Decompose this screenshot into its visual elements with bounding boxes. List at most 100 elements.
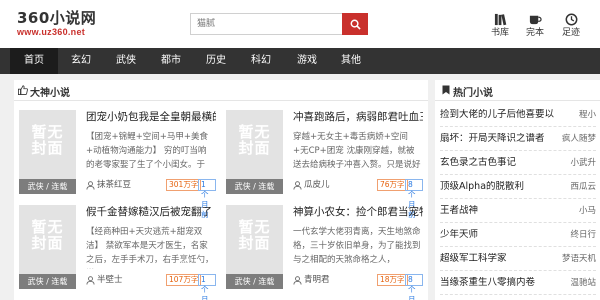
novel-title[interactable]: 扇坏：开局天降识之谱者	[440, 133, 556, 145]
list-item[interactable]: 少年天师 终日行	[440, 223, 596, 247]
book-description: 【团宠+锦鲤+空间+马甲+美食+动植物沟通能力】 穷的叮当响的老零家娶了生了个小…	[86, 132, 208, 170]
book-title[interactable]: 假千金替嫁糙汉后被宠翻了	[86, 206, 216, 219]
thumbs-up-icon	[18, 85, 28, 95]
book-card: 暂无 封面 武侠 / 连载 团宠小奶包我是全皇朝最横的 【团宠+锦鲤+空间+马甲…	[14, 106, 218, 219]
book-description: 一代玄学大佬羽青离，天生地煞命格，三十岁依旧单身，为了能找到与之相配的天煞命格之…	[293, 227, 421, 265]
section-header: 大神小说	[14, 80, 428, 101]
novel-author: 西瓜云	[570, 182, 596, 192]
word-count-badge: 107万字	[166, 274, 202, 286]
cover-placeholder: 暂无 封面	[226, 219, 283, 251]
nav-item-xuanhuan[interactable]: 玄幻	[58, 48, 104, 74]
bookshelf-label: 书库	[490, 28, 509, 38]
nav-item-home[interactable]: 首页	[10, 48, 58, 74]
search-input[interactable]	[191, 14, 342, 34]
novel-title[interactable]: 玄色录之古色事记	[440, 157, 556, 169]
nav-item-lishi[interactable]: 历史	[194, 48, 238, 74]
category-tag: 武侠 / 连载	[19, 274, 76, 289]
search-field[interactable]	[190, 13, 342, 35]
hot-novels-panel: 热门小说 捡到大佬的儿子后他喜要以 程小 扇坏：开局天降识之谱者 疯人随梦 玄色…	[435, 80, 600, 300]
novel-title[interactable]: 少年天师	[440, 229, 556, 241]
panel-title: 热门小说	[453, 88, 493, 99]
bookshelf-icon	[494, 13, 506, 26]
book-card: 暂无 封面 武侠 / 连载 神算小农女：捡个郎君当宠物 一代玄学大佬羽青离，天生…	[221, 201, 425, 300]
novel-author: 疯人随梦	[561, 134, 596, 144]
word-count-badge: 18万字	[377, 274, 408, 286]
nav-item-wuxia[interactable]: 武侠	[104, 48, 148, 74]
cover-text-line: 暂无	[31, 123, 64, 141]
book-meta: 抹茶红豆 301万字 1个月前	[86, 179, 216, 219]
book-title[interactable]: 神算小农女：捡个郎君当宠物	[293, 206, 423, 219]
list-item[interactable]: 扇坏：开局天降识之谱者 疯人随梦	[440, 127, 596, 151]
book-meta: 半壁士 107万字 1个月前	[86, 274, 216, 300]
novel-author: 温驰站	[570, 278, 596, 288]
search-icon	[350, 19, 361, 30]
update-time-badge: 8个月前	[405, 274, 423, 300]
book-author[interactable]: 抹茶红豆	[97, 179, 131, 191]
book-author[interactable]: 半壁士	[97, 274, 123, 286]
cover-text-line: 封面	[31, 139, 64, 157]
nav-item-kehuan[interactable]: 科幻	[238, 48, 284, 74]
update-time-badge: 1个月前	[198, 274, 216, 300]
list-item[interactable]: 王者战神 小马	[440, 199, 596, 223]
cover-placeholder: 暂无 封面	[19, 219, 76, 251]
user-icon	[293, 276, 302, 285]
bookshelf-link[interactable]: 书库	[485, 13, 515, 38]
cover-placeholder: 暂无 封面	[19, 124, 76, 156]
book-author[interactable]: 青明君	[304, 274, 330, 286]
book-author[interactable]: 瓜皮儿	[304, 179, 330, 191]
book-cover[interactable]: 暂无 封面 武侠 / 连载	[226, 205, 283, 289]
cover-text-line: 暂无	[238, 123, 271, 141]
cup-icon	[529, 15, 542, 25]
book-title[interactable]: 冲喜跑路后，病弱郎君吐血三	[293, 111, 423, 124]
site-logo[interactable]: 360小说网 www.uz360.net	[17, 10, 96, 38]
book-cover[interactable]: 暂无 封面 武侠 / 连载	[226, 110, 283, 194]
cover-text-line: 暂无	[31, 218, 64, 236]
book-description: 【经商种田+天灾逃荒+甜宠双洁】 禁欲军本是天才医生，名家之后，左手手术刀，右手…	[86, 227, 214, 265]
update-time-badge: 1个月前	[198, 179, 216, 219]
novel-author: 小武升	[570, 158, 596, 168]
user-icon	[86, 181, 95, 190]
novel-title[interactable]: 当缘茶重生八零搞内卷	[440, 277, 556, 289]
cover-placeholder: 暂无 封面	[226, 124, 283, 156]
user-icon	[293, 181, 302, 190]
word-count-badge: 301万字	[166, 179, 202, 191]
search-button[interactable]	[342, 13, 368, 35]
novel-title[interactable]: 超级军工科学家	[440, 253, 556, 265]
book-title[interactable]: 团宠小奶包我是全皇朝最横的	[86, 111, 216, 124]
update-time-badge: 8个月前	[405, 179, 423, 219]
list-item[interactable]: 捡到大佬的儿子后他喜要以 程小	[440, 103, 596, 127]
cover-text-line: 暂无	[238, 218, 271, 236]
category-tag: 武侠 / 连载	[226, 179, 283, 194]
book-meta: 青明君 18万字 8个月前	[293, 274, 423, 300]
category-tag: 武侠 / 连载	[19, 179, 76, 194]
history-label: 足迹	[561, 28, 580, 38]
nav-item-dushi[interactable]: 都市	[148, 48, 194, 74]
novel-author: 梦语天机	[561, 254, 596, 264]
list-item[interactable]: 玄色录之古色事记 小武升	[440, 151, 596, 175]
book-cover[interactable]: 暂无 封面 武侠 / 连载	[19, 205, 76, 289]
featured-section: 大神小说 暂无 封面 武侠 / 连载 团宠小奶包我是全皇朝最横的 【团宠+锦鲤+…	[14, 80, 428, 300]
logo-url: www.uz360.net	[17, 27, 86, 37]
bookmark-icon	[442, 85, 450, 95]
list-item[interactable]: 超级军工科学家 梦语天机	[440, 247, 596, 271]
book-cover[interactable]: 暂无 封面 武侠 / 连载	[19, 110, 76, 194]
completed-link[interactable]: 完本	[520, 13, 550, 38]
nav-item-other[interactable]: 其他	[330, 48, 372, 74]
novel-title[interactable]: 顶级Alpha的脱散利	[440, 181, 556, 193]
book-card: 暂无 封面 武侠 / 连载 冲喜跑路后，病弱郎君吐血三 穿越+无女主+毒舌病娇+…	[221, 106, 425, 219]
logo-title: 360小说网	[17, 9, 97, 27]
list-item[interactable]: 当缘茶重生八零搞内卷 温驰站	[440, 271, 596, 295]
list-item[interactable]: 顶级Alpha的脱散利 西瓜云	[440, 175, 596, 199]
category-tag: 武侠 / 连载	[226, 274, 283, 289]
nav-item-youxi[interactable]: 游戏	[284, 48, 330, 74]
clock-icon	[565, 13, 577, 26]
novel-title[interactable]: 捡到大佬的儿子后他喜要以	[440, 109, 556, 121]
word-count-badge: 76万字	[377, 179, 408, 191]
cover-text-line: 封面	[31, 234, 64, 252]
cover-text-line: 封面	[238, 234, 271, 252]
novel-title[interactable]: 王者战神	[440, 205, 556, 217]
section-title: 大神小说	[30, 88, 70, 99]
panel-header: 热门小说	[435, 80, 600, 101]
novel-author: 终日行	[570, 230, 596, 240]
history-link[interactable]: 足迹	[556, 13, 586, 38]
